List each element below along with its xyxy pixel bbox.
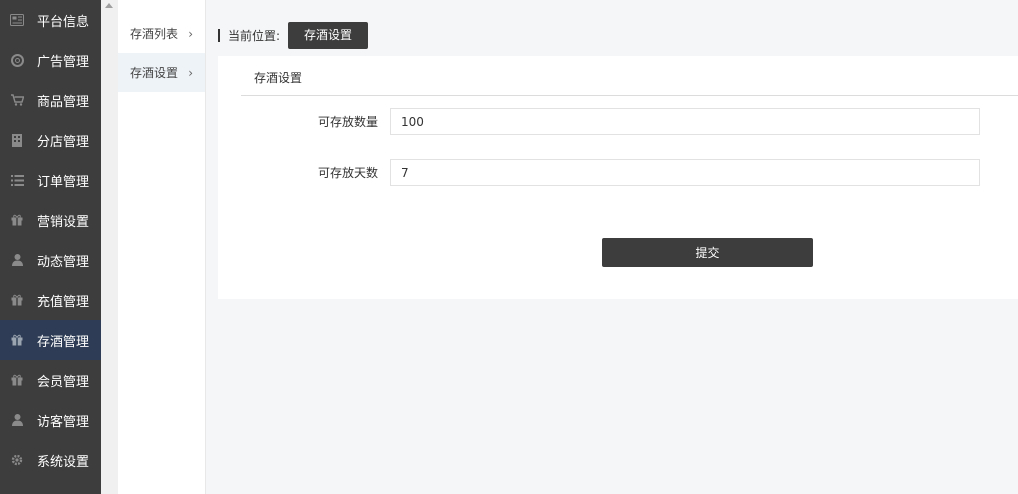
sidebar-item-label: 访客管理	[37, 414, 90, 430]
sidebar-item-label: 会员管理	[37, 374, 90, 390]
sidebar-item-label: 平台信息	[37, 14, 90, 30]
sidebar-item-label: 营销设置	[37, 214, 90, 230]
panel-title: 存酒设置	[241, 56, 1018, 96]
main-sidebar: 平台信息 广告管理 商品管理 分店管理 订单管理 营销设置 动态管理 充值管理 …	[0, 0, 101, 494]
sidebar-item-moments[interactable]: 动态管理	[0, 240, 101, 280]
sidebar-scrollbar[interactable]	[101, 0, 118, 494]
submenu-item-wine-list[interactable]: 存酒列表 ›	[118, 14, 205, 53]
user-icon	[9, 252, 25, 268]
max-count-input[interactable]	[390, 108, 980, 135]
sidebar-item-visitors[interactable]: 访客管理	[0, 400, 101, 440]
sidebar-item-system-settings[interactable]: 系统设置	[0, 440, 101, 480]
settings-panel: 存酒设置 可存放数量 可存放天数 提交	[218, 56, 1018, 299]
max-count-label: 可存放数量	[317, 115, 378, 129]
sidebar-item-label: 动态管理	[37, 254, 90, 270]
sidebar-item-label: 分店管理	[37, 134, 90, 150]
gift-icon	[9, 332, 25, 348]
sidebar-item-orders[interactable]: 订单管理	[0, 160, 101, 200]
gift-icon	[9, 372, 25, 388]
sidebar-item-platform-info[interactable]: 平台信息	[0, 0, 101, 40]
chevron-right-icon: ›	[188, 26, 193, 41]
sidebar-item-label: 系统设置	[37, 454, 90, 470]
building-icon	[9, 132, 25, 148]
main-content: 当前位置: 存酒设置 存酒设置 可存放数量 可存放天数 提交	[206, 0, 1018, 494]
submenu-item-label: 存酒设置	[130, 66, 179, 80]
sidebar-item-branches[interactable]: 分店管理	[0, 120, 101, 160]
submit-button[interactable]: 提交	[602, 238, 813, 267]
cart-icon	[9, 92, 25, 108]
newspaper-icon	[9, 12, 25, 28]
sub-menu: 存酒列表 › 存酒设置 ›	[118, 0, 206, 494]
form-row-max-days: 可存放天数	[218, 159, 1018, 186]
user-icon	[9, 412, 25, 428]
breadcrumb: 当前位置: 存酒设置	[218, 22, 369, 49]
breadcrumb-prefix: 当前位置:	[228, 29, 281, 43]
sidebar-item-label: 商品管理	[37, 94, 90, 110]
sidebar-item-products[interactable]: 商品管理	[0, 80, 101, 120]
list-icon	[9, 172, 25, 188]
gift-icon	[9, 292, 25, 308]
gear-icon	[9, 452, 25, 468]
breadcrumb-marker	[218, 29, 220, 42]
sidebar-item-marketing[interactable]: 营销设置	[0, 200, 101, 240]
lifebuoy-icon	[9, 52, 25, 68]
sidebar-item-label: 订单管理	[37, 174, 90, 190]
submenu-item-wine-settings[interactable]: 存酒设置 ›	[118, 53, 205, 92]
gift-icon	[9, 212, 25, 228]
sidebar-item-recharge[interactable]: 充值管理	[0, 280, 101, 320]
sidebar-item-label: 充值管理	[37, 294, 90, 310]
max-days-label: 可存放天数	[317, 166, 378, 180]
chevron-right-icon: ›	[188, 65, 193, 80]
sidebar-item-members[interactable]: 会员管理	[0, 360, 101, 400]
sidebar-item-label: 广告管理	[37, 54, 90, 70]
scroll-up-arrow-icon[interactable]	[105, 3, 113, 8]
submenu-item-label: 存酒列表	[130, 27, 179, 41]
form-row-max-count: 可存放数量	[218, 108, 1018, 135]
max-days-input[interactable]	[390, 159, 980, 186]
sidebar-item-label: 存酒管理	[37, 334, 90, 350]
sidebar-item-ads[interactable]: 广告管理	[0, 40, 101, 80]
sidebar-item-wine-storage[interactable]: 存酒管理	[0, 320, 101, 360]
breadcrumb-current[interactable]: 存酒设置	[288, 22, 369, 49]
